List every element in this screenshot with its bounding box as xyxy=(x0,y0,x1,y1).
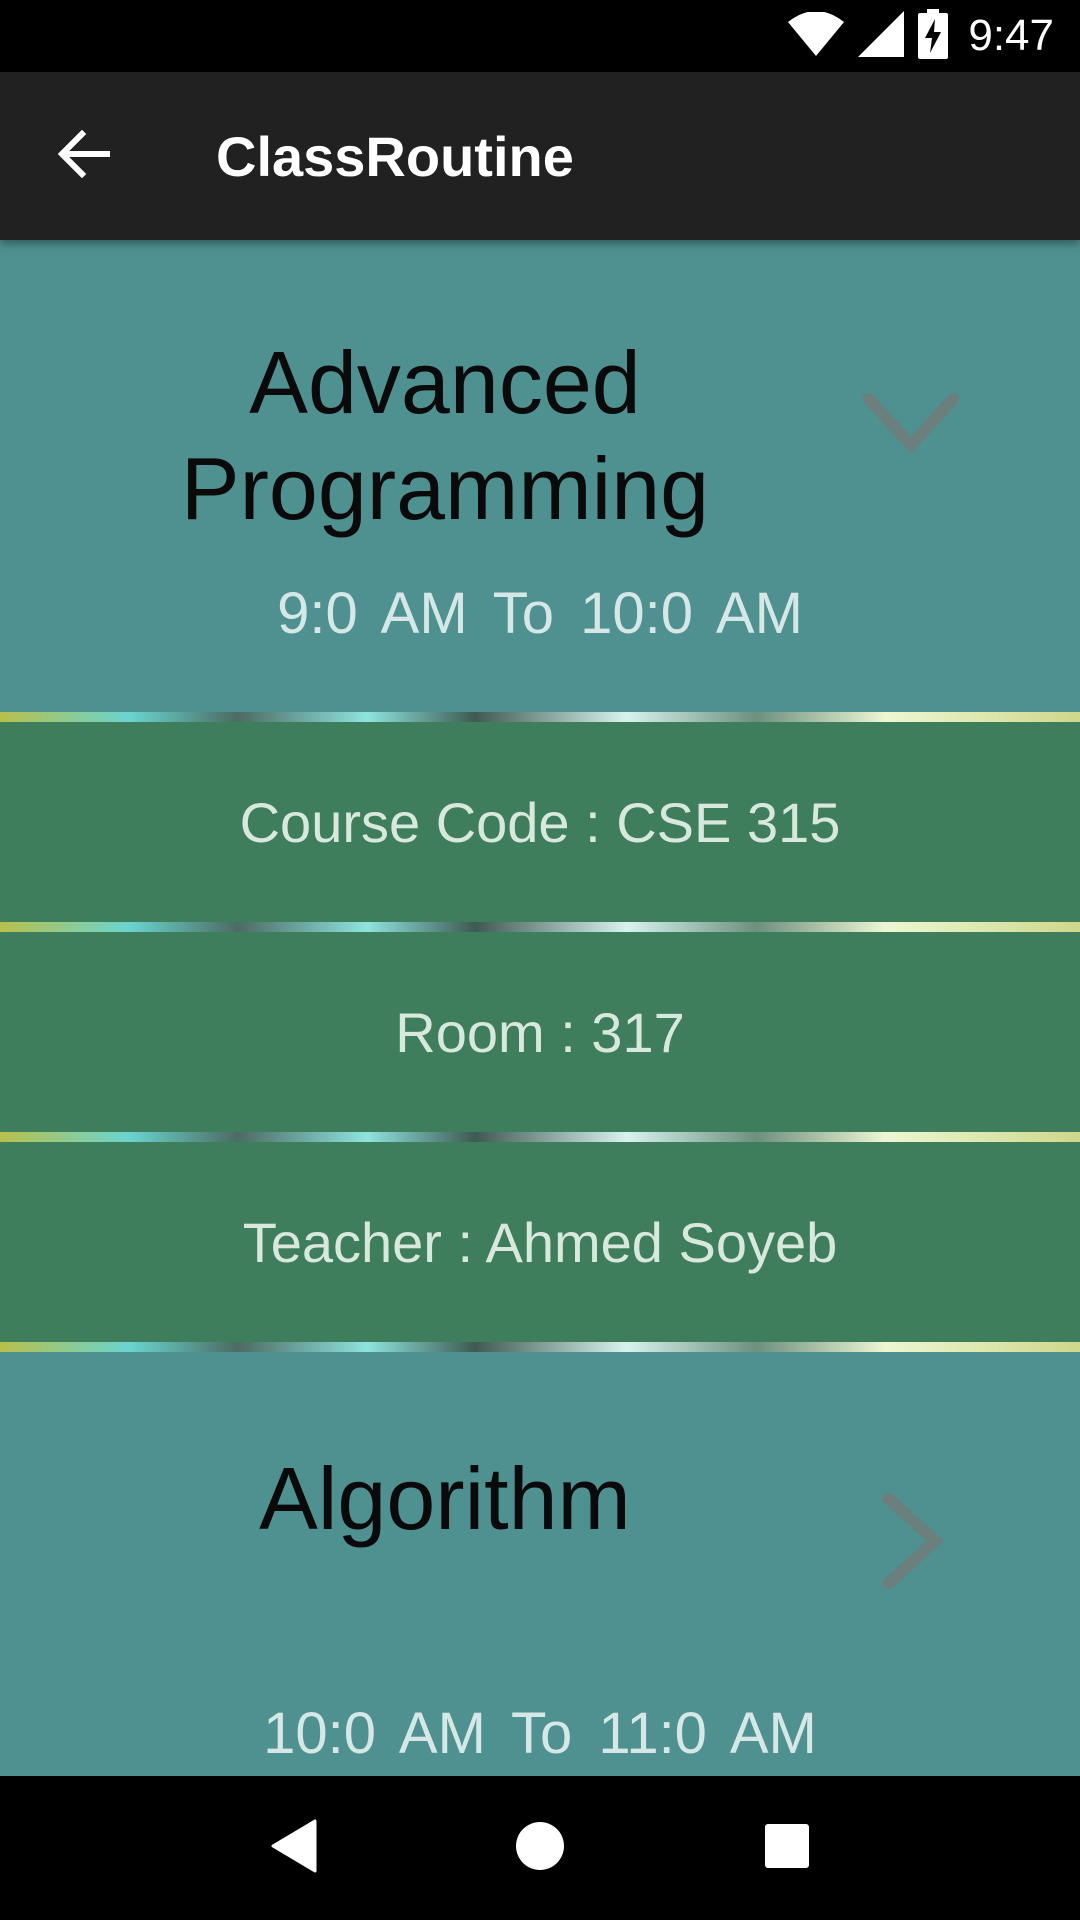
room-text: Room : 317 xyxy=(395,1000,685,1064)
status-icons: 9:47 xyxy=(788,0,1054,72)
class-group-header[interactable]: Algorithm 10:0 AM To 11:0 AM xyxy=(0,1352,1080,1776)
app-bar: ClassRoutine xyxy=(0,72,1080,240)
status-bar: 9:47 xyxy=(0,0,1080,72)
chevron-down-icon xyxy=(856,370,966,480)
arrow-left-icon xyxy=(57,129,111,183)
nav-recents-button[interactable] xyxy=(737,1798,837,1898)
course-code-text: Course Code : CSE 315 xyxy=(239,790,841,854)
app-title: ClassRoutine xyxy=(216,124,574,188)
nav-home-button[interactable] xyxy=(490,1798,590,1898)
teacher-text: Teacher : Ahmed Soyeb xyxy=(242,1210,838,1274)
room-row[interactable]: Room : 317 xyxy=(0,932,1080,1132)
class-time-range: 10:0 AM To 11:0 AM xyxy=(263,1701,817,1766)
teacher-row[interactable]: Teacher : Ahmed Soyeb xyxy=(0,1142,1080,1342)
divider xyxy=(0,1132,1080,1142)
divider xyxy=(0,1342,1080,1352)
chevron-right-icon xyxy=(858,1486,968,1596)
signal-icon xyxy=(858,10,905,62)
class-name: Algorithm xyxy=(259,1449,631,1548)
class-group-header[interactable]: Advanced Programming 9:0 AM To 10:0 AM xyxy=(0,240,1080,712)
divider xyxy=(0,712,1080,722)
navigation-bar xyxy=(0,1776,1080,1920)
class-name: Advanced Programming xyxy=(180,333,710,538)
screen: 9:47 ClassRoutine Advanced Programming 9… xyxy=(0,0,1080,1920)
status-time: 9:47 xyxy=(968,11,1054,60)
class-time-range: 9:0 AM To 10:0 AM xyxy=(277,581,803,646)
recents-square-icon xyxy=(764,1823,810,1874)
course-code-row[interactable]: Course Code : CSE 315 xyxy=(0,722,1080,922)
divider xyxy=(0,922,1080,932)
home-circle-icon xyxy=(515,1821,565,1876)
nav-back-button[interactable] xyxy=(243,1798,343,1898)
back-triangle-icon xyxy=(269,1819,317,1878)
class-list: Advanced Programming 9:0 AM To 10:0 AM C… xyxy=(0,240,1080,1776)
battery-charging-icon xyxy=(918,8,949,64)
back-button[interactable] xyxy=(40,112,128,200)
wifi-icon xyxy=(788,10,845,61)
